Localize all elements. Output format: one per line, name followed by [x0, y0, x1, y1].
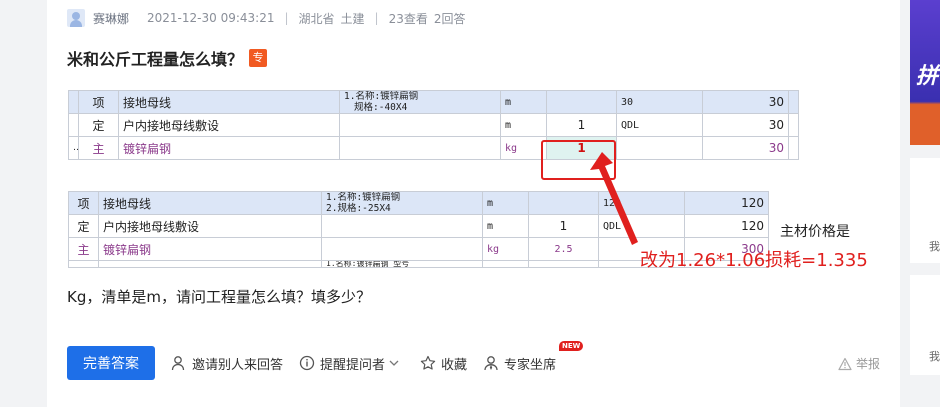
collect-label: 收藏: [441, 357, 468, 373]
amount: 30: [702, 90, 789, 114]
item-spec: 1.名称:镀锌扁钢 规格:-40X4: [339, 90, 501, 114]
quantity: 1: [546, 113, 617, 137]
item-name: 接地母线: [98, 191, 322, 215]
view-count: 23查看: [388, 11, 428, 26]
table-row: 项 接地母线 1.名称:镀锌扁钢 2.规格:-25X4 m 120 120: [68, 191, 769, 215]
red-annotation: 改为1.26*1.06损耗=1.335: [640, 250, 868, 271]
quota-table-1: 项 接地母线 1.名称:镀锌扁钢 规格:-40X4 m 30 30 定 户内接地…: [68, 90, 799, 160]
chevron-down-icon: [389, 360, 399, 366]
item-name: 接地母线: [118, 90, 340, 114]
unit: kg: [482, 237, 529, 261]
table-row: 定 户内接地母线敷设 m 1 QDL 30: [68, 113, 799, 137]
remind-label: 提醒提问者: [320, 357, 386, 373]
row-type: 主: [68, 237, 99, 261]
item-spec: [321, 237, 483, 261]
row-type: 项: [78, 90, 119, 114]
table-row: 定 户内接地母线敷设 m 1 QDL 120: [68, 214, 769, 238]
sidebar-snippet[interactable]: 我: [929, 238, 940, 254]
region-tag[interactable]: 湖北省: [299, 10, 335, 27]
user-avatar-icon[interactable]: [67, 9, 85, 27]
question-title-text: 米和公斤工程量怎么填？: [67, 50, 244, 69]
collect-button[interactable]: 收藏: [420, 354, 467, 373]
info-icon: [299, 355, 315, 371]
divider: |: [374, 11, 379, 25]
item-name: 镀锌扁钢: [98, 237, 322, 261]
item-name: 户内接地母线敷设: [118, 113, 340, 137]
item-spec: [339, 113, 501, 137]
item-name: 镀锌扁钢: [118, 136, 340, 160]
answer-count: 2回答: [433, 11, 466, 26]
expert-label: 专家坐席: [504, 357, 557, 373]
side-note: 主材价格是: [780, 224, 850, 240]
banner-text: 拼: [916, 64, 939, 89]
category-tag[interactable]: 土建: [341, 10, 365, 27]
row-type: 定: [78, 113, 119, 137]
partial-spec: 1.名称:镀锌扁钢 型号: [321, 260, 483, 268]
formula: QDL: [616, 113, 703, 137]
report-button[interactable]: 举报: [838, 355, 880, 372]
row-type: 主: [78, 136, 119, 160]
question-meta: 赛琳娜 2021-12-30 09:43:21 | 湖北省 土建 | 23查看 …: [67, 8, 466, 28]
warning-icon: [838, 357, 852, 370]
amount: 30: [702, 113, 789, 137]
sidebar-snippet[interactable]: 我: [929, 348, 940, 364]
expert-badge: 专: [249, 49, 268, 67]
table-row: ‥ 主 镀锌扁钢 kg 1 30: [68, 136, 799, 160]
invite-user-icon: [171, 356, 185, 371]
new-badge: NEW: [559, 340, 584, 351]
divider: |: [284, 11, 289, 25]
amount: 30: [702, 136, 789, 160]
quantity: [546, 90, 617, 114]
unit: m: [482, 214, 529, 238]
item-spec: 1.名称:镀锌扁钢 2.规格:-25X4: [321, 191, 483, 215]
sidebar-ad-banner[interactable]: 拼: [910, 0, 940, 145]
invite-label: 邀请别人来回答: [192, 357, 284, 373]
amount: 120: [684, 214, 769, 238]
unit: m: [500, 113, 547, 137]
username[interactable]: 赛琳娜: [93, 10, 129, 27]
amount: 120: [684, 191, 769, 215]
star-icon: [420, 355, 436, 370]
question-body: Kg，清单是m，请问工程量怎么填？填多少？: [67, 288, 371, 306]
row-type: 定: [68, 214, 99, 238]
item-spec: [321, 214, 483, 238]
expert-icon: [484, 356, 498, 371]
unit: kg: [500, 136, 547, 160]
action-bar: 完善答案 邀请别人来回答 提醒提问者 收藏 专家坐席 NEW: [67, 340, 584, 380]
table-row: 项 接地母线 1.名称:镀锌扁钢 规格:-40X4 m 30 30: [68, 90, 799, 114]
question-title: 米和公斤工程量怎么填？ 专: [67, 46, 268, 70]
item-name: 户内接地母线敷设: [98, 214, 322, 238]
item-spec: [339, 136, 501, 160]
unit: m: [482, 191, 529, 215]
annotation-arrow: [590, 152, 638, 245]
row-type: 项: [68, 191, 99, 215]
formula: 30: [616, 90, 703, 114]
report-label: 举报: [855, 357, 880, 371]
unit: m: [500, 90, 547, 114]
remind-button[interactable]: 提醒提问者: [299, 354, 404, 373]
post-datetime: 2021-12-30 09:43:21: [147, 11, 275, 25]
improve-answer-button[interactable]: 完善答案: [67, 346, 155, 380]
invite-button[interactable]: 邀请别人来回答: [171, 354, 283, 373]
expert-seat-button[interactable]: 专家坐席 NEW: [483, 340, 584, 373]
